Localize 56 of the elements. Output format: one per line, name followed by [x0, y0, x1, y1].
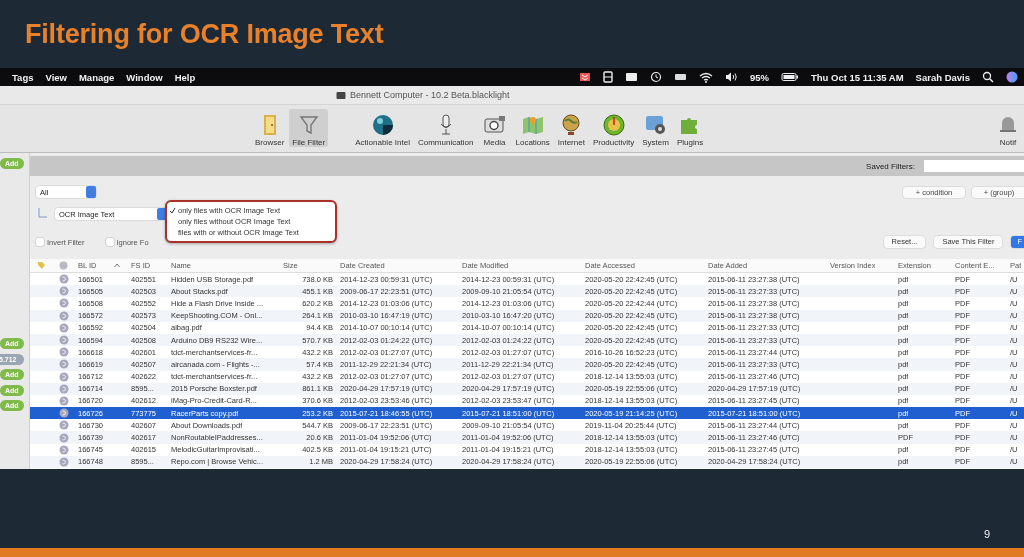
slide-title: Filtering for OCR Image Text: [25, 18, 384, 50]
menu-item[interactable]: View: [45, 71, 67, 83]
toolbar-button[interactable]: Notif: [992, 109, 1024, 147]
circle-icon: [59, 261, 68, 270]
toolbar-button[interactable]: System: [639, 109, 672, 147]
volume-icon: [725, 71, 738, 83]
status-icon: [58, 286, 69, 297]
menu-item[interactable]: Window: [126, 71, 163, 83]
saved-filters-label: Saved Filters:: [866, 161, 915, 171]
status-icon: [58, 322, 69, 333]
toolbar-button[interactable]: Productivity: [589, 109, 638, 147]
status-icon: [58, 444, 69, 455]
app-icon: [336, 90, 346, 100]
user-name[interactable]: Sarah Davis: [915, 71, 970, 83]
branch-line: [36, 208, 48, 220]
menu-item[interactable]: Help: [174, 71, 196, 83]
toolbar-button[interactable]: File Filter: [289, 109, 329, 147]
status-icon: [58, 420, 69, 431]
sidebar-icon: [603, 71, 613, 83]
status-icon: [58, 408, 69, 419]
status-icon: [58, 456, 69, 467]
toolbar-button[interactable]: Locations: [512, 109, 553, 147]
clock-icon: [650, 71, 662, 83]
menubar-clock[interactable]: Thu Oct 15 11:35 AM: [811, 71, 904, 83]
toolbar-button[interactable]: Actionable Intel: [352, 109, 413, 147]
status-icon: [58, 310, 69, 321]
menu-item[interactable]: Tags: [12, 71, 34, 83]
display-icon: [625, 71, 638, 83]
toolbar-button[interactable]: Browser: [252, 109, 288, 147]
toolbar-button[interactable]: Internet: [554, 109, 588, 147]
status-icon: [58, 298, 69, 309]
checkbox[interactable]: [105, 238, 114, 246]
toolbar-button[interactable]: Plugins: [673, 109, 707, 147]
status-icon: [58, 383, 69, 394]
page-number: 9: [983, 528, 990, 540]
assistant-icon[interactable]: [1006, 71, 1018, 83]
status-icon: [58, 371, 69, 382]
battery-icon: [781, 71, 799, 83]
gauge-icon: [600, 112, 627, 138]
toolbar-button[interactable]: Communication: [414, 109, 477, 147]
checkbox[interactable]: [36, 238, 44, 246]
dropbox-icon: [579, 71, 591, 83]
tag-icon: [36, 261, 46, 270]
search-icon[interactable]: [982, 71, 994, 83]
window-title: Bennett Computer - 10.2 Beta.blacklight: [350, 90, 510, 100]
menu-item[interactable]: Manage: [78, 71, 115, 83]
toolbar-button[interactable]: Media: [478, 109, 511, 147]
battery-percent: 95%: [750, 71, 769, 83]
status-icon: [58, 395, 69, 406]
status-icon: [58, 347, 69, 358]
status-icon: [58, 274, 69, 285]
saved-filters-field[interactable]: [924, 160, 1024, 172]
status-icon: [58, 359, 69, 370]
wifi-icon: [699, 71, 713, 83]
status-icon: [58, 335, 69, 346]
status-icon: [58, 432, 69, 443]
